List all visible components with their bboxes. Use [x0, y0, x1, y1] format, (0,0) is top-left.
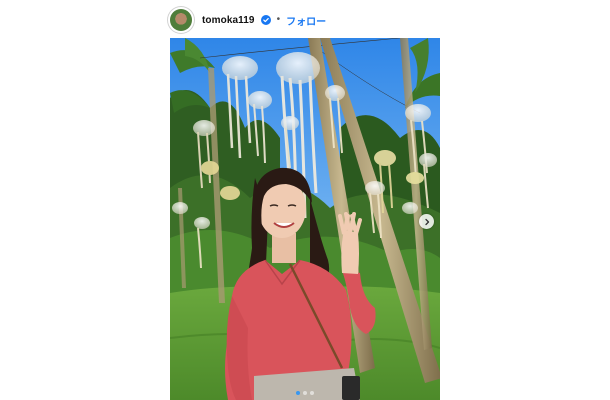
carousel-dot	[310, 391, 314, 395]
carousel-dot	[296, 391, 300, 395]
chevron-right-icon	[423, 218, 431, 226]
post-photo[interactable]	[170, 38, 440, 400]
avatar[interactable]	[170, 9, 192, 31]
username-link[interactable]: tomoka119	[202, 15, 255, 26]
separator-dot: •	[276, 14, 281, 25]
carousel-indicator	[296, 391, 314, 395]
instagram-embed: tomoka119 • フォロー	[0, 0, 610, 400]
photo-illustration	[170, 38, 440, 400]
carousel-dot	[303, 391, 307, 395]
follow-button[interactable]: フォロー	[286, 13, 326, 28]
verified-badge-icon	[260, 15, 271, 25]
carousel-next-button[interactable]	[419, 214, 434, 229]
post-header: tomoka119 • フォロー	[170, 8, 326, 32]
